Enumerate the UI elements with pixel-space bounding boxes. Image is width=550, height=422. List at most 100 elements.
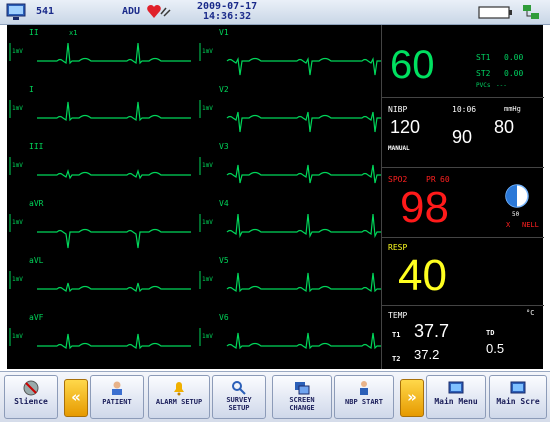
survey-setup-icon <box>232 381 246 395</box>
scroll-right-button[interactable]: » <box>400 379 424 417</box>
scale-label: 1mV <box>202 162 213 169</box>
lead-label: I <box>29 85 34 94</box>
t1-value: 37.7 <box>414 321 450 341</box>
st2-label: ST2 <box>476 69 491 78</box>
lead-label: aVR <box>29 199 44 208</box>
temp-unit: °C <box>526 309 535 317</box>
td-value: 0.5 <box>486 341 505 356</box>
ecg-trace <box>226 164 381 184</box>
nibp-panel[interactable]: NIBP 10:06 mmHg 120 90 80 MANUAL <box>382 97 544 168</box>
scale-label: 1mV <box>12 162 23 169</box>
battery-icon <box>478 6 512 19</box>
main-screen-button[interactable]: Main Scre <box>489 375 547 419</box>
patient-button[interactable]: PATIENT <box>90 375 144 419</box>
nibp-unit: mmHg <box>504 105 521 113</box>
heart-rate-value: 60 <box>390 43 435 87</box>
main-menu-icon <box>448 381 464 394</box>
ecg-trace <box>37 333 191 350</box>
temp-label: TEMP <box>388 311 408 320</box>
alarm-setup-label: ALARM SETUP <box>155 398 203 406</box>
scale-label: 1mV <box>12 105 23 112</box>
ecg-trace <box>37 42 191 65</box>
scale-label: 1mV <box>12 276 23 283</box>
resp-value: 40 <box>398 251 447 300</box>
ecg-label: ECG <box>388 34 403 43</box>
nibp-label: NIBP <box>388 105 408 114</box>
st2-value: 0.00 <box>504 69 524 78</box>
lead-label: V5 <box>219 256 229 265</box>
scale-label: 1mV <box>202 333 213 340</box>
scale-label: 1mV <box>202 219 213 226</box>
perfusion-value: 50 <box>512 211 520 218</box>
ecg-trace <box>37 282 191 293</box>
monitor-screen: II x1 1mV I 1mV III 1mV aVR 1mV aVL 1mV aVF 1mV V1 1mV… <box>7 25 544 369</box>
sensor-type: NELL <box>522 221 539 229</box>
network-icon <box>523 5 539 19</box>
nibp-mode: MANUAL <box>388 145 410 152</box>
t2-label: T2 <box>392 355 401 363</box>
status-bar: 541 ADU 2009-07-17 14:36:32 <box>0 0 550 25</box>
lead-label: III <box>29 142 44 151</box>
st1-value: 0.00 <box>504 53 524 62</box>
sensor-x-mark: X <box>506 221 511 229</box>
ecg-trace <box>226 111 381 133</box>
lead-label: aVF <box>29 313 44 322</box>
perfusion-gauge-icon <box>505 184 529 208</box>
alarm-bell-icon <box>174 382 184 396</box>
lead-label: V2 <box>219 85 229 94</box>
scale-label: 1mV <box>202 48 213 55</box>
patient-icon <box>112 381 122 395</box>
nbp-cuff-icon <box>360 381 368 395</box>
ecg-trace <box>226 332 381 350</box>
silence-button[interactable]: Slience <box>4 375 58 419</box>
patient-label: PATIENT <box>102 398 132 406</box>
t1-label: T1 <box>392 331 401 339</box>
patient-type: ADU <box>122 6 141 17</box>
main-screen-icon <box>510 381 526 394</box>
ecg-trace <box>226 272 381 293</box>
silence-icon <box>23 380 39 396</box>
main-screen-label: Main Scre <box>496 397 540 406</box>
screen-change-label: SCREEN CHANGE <box>289 396 315 412</box>
survey-setup-button[interactable]: SURVEY SETUP <box>212 375 266 419</box>
ecg-trace <box>226 213 381 239</box>
st1-label: ST1 <box>476 53 491 62</box>
monitor-icon <box>6 3 26 20</box>
main-menu-button[interactable]: Main Menu <box>426 375 486 419</box>
scale-label: 1mV <box>12 48 23 55</box>
double-left-arrow-icon: « <box>71 388 81 406</box>
td-label: TD <box>486 329 495 337</box>
nbp-start-label: NBP START <box>345 398 383 406</box>
scale-label: 1mV <box>12 219 23 226</box>
nibp-diastolic: 80 <box>494 117 515 137</box>
pvcs-value: --- <box>496 82 507 89</box>
nibp-time: 10:06 <box>452 105 477 114</box>
scale-label: 1mV <box>202 105 213 112</box>
lead-label: aVL <box>29 256 44 265</box>
silence-label: Slience <box>14 397 48 406</box>
ecg-trace <box>37 101 191 122</box>
bed-number: 541 <box>36 6 55 17</box>
spo2-panel[interactable]: SPO2 PR 60 98 50 X NELL <box>382 167 544 238</box>
screen-change-icon <box>295 382 310 395</box>
scale-label: 1mV <box>12 333 23 340</box>
lead-label: II <box>29 28 39 37</box>
ecg-panel[interactable]: ECG 60 ST1 0.00 ST2 0.00 PVCs --- <box>382 25 544 98</box>
survey-setup-label: SURVEY SETUP <box>226 396 252 412</box>
nibp-mean: 90 <box>452 127 473 147</box>
heart-alarm-icon <box>147 5 171 18</box>
alarm-setup-button[interactable]: ALARM SETUP <box>148 375 210 419</box>
resp-panel[interactable]: RESP 40 <box>382 237 544 306</box>
gain-label: x1 <box>69 29 77 37</box>
spo2-value: 98 <box>400 183 449 232</box>
lead-label: V3 <box>219 142 229 151</box>
bottom-toolbar: Slience « PATIENT ALARM SETUP SURVEY SET… <box>0 371 550 422</box>
temp-panel[interactable]: TEMP °C T1 37.7 T2 37.2 TD 0.5 <box>382 305 544 369</box>
ecg-trace <box>226 56 381 76</box>
main-menu-label: Main Menu <box>434 397 478 406</box>
lead-label: V4 <box>219 199 229 208</box>
time: 14:36:32 <box>203 11 252 22</box>
scroll-left-button[interactable]: « <box>64 379 88 417</box>
nbp-start-button[interactable]: NBP START <box>334 375 394 419</box>
screen-change-button[interactable]: SCREEN CHANGE <box>272 375 332 419</box>
